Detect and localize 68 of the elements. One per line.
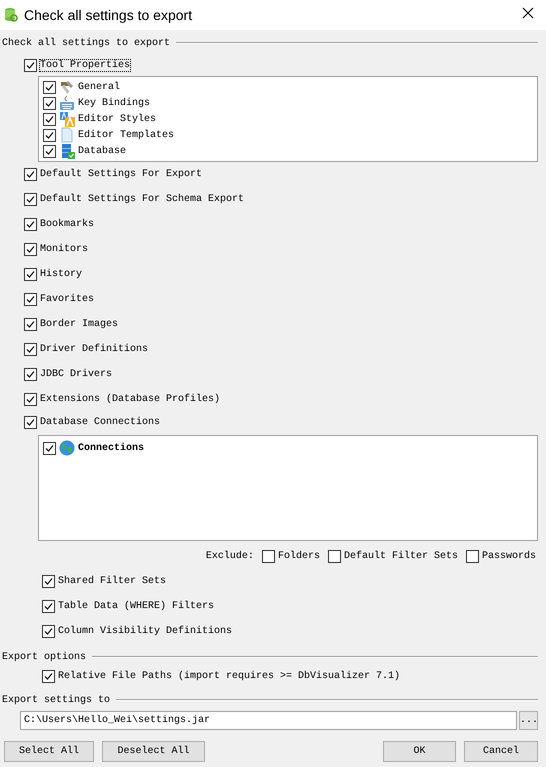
tree-item: Editor Templates bbox=[78, 130, 174, 140]
checkbox-label: Tool Properties bbox=[40, 60, 130, 70]
database-icon bbox=[59, 143, 75, 159]
tree-item: Database bbox=[78, 146, 126, 156]
globe-icon bbox=[59, 440, 75, 456]
checkbox-label: Relative File Paths (import requires >= DbVisualizer 7.1) bbox=[58, 670, 400, 682]
keyboard-icon bbox=[59, 95, 75, 111]
checkbox-label: Driver Definitions bbox=[40, 344, 148, 355]
checkbox[interactable] bbox=[43, 80, 56, 94]
checkbox[interactable] bbox=[43, 442, 56, 454]
checkbox[interactable] bbox=[43, 144, 56, 158]
tree-item: General bbox=[78, 82, 120, 92]
checkbox-label: Default Settings For Schema Export bbox=[40, 194, 244, 205]
button[interactable]: Cancel bbox=[464, 741, 538, 762]
checkbox-label: Default Settings For Export bbox=[40, 169, 202, 180]
checkbox[interactable] bbox=[24, 368, 37, 381]
checkbox-label: Folders bbox=[278, 550, 320, 562]
checkbox-label: JDBC Drivers bbox=[40, 369, 112, 380]
checkbox[interactable] bbox=[24, 343, 37, 356]
checkbox[interactable] bbox=[24, 318, 37, 331]
button[interactable]: Deselect All bbox=[102, 741, 205, 762]
section-title: Check all settings to export bbox=[2, 38, 170, 48]
tree-item: Editor Styles bbox=[78, 114, 156, 124]
checkbox[interactable] bbox=[466, 550, 479, 562]
checkbox[interactable] bbox=[24, 218, 37, 231]
checkbox[interactable] bbox=[24, 168, 37, 181]
checkbox[interactable] bbox=[43, 96, 56, 110]
exclude-label: Exclude: bbox=[206, 550, 254, 562]
tools-icon bbox=[59, 79, 75, 95]
checkbox[interactable] bbox=[42, 670, 55, 682]
checkbox[interactable] bbox=[42, 625, 55, 638]
checkbox[interactable] bbox=[24, 293, 37, 306]
checkbox[interactable] bbox=[24, 243, 37, 256]
checkbox[interactable] bbox=[24, 393, 37, 406]
checkbox-label: Database Connections bbox=[40, 416, 160, 428]
checkbox-label: Column Visibility Definitions bbox=[58, 626, 232, 637]
checkbox-label: Shared Filter Sets bbox=[58, 576, 166, 587]
checkbox[interactable] bbox=[43, 128, 56, 142]
button[interactable]: OK bbox=[383, 741, 456, 762]
checkbox-label: Passwords bbox=[482, 550, 536, 562]
checkbox[interactable] bbox=[43, 112, 56, 126]
checkbox-label: Extensions (Database Profiles) bbox=[40, 394, 220, 405]
checkbox[interactable] bbox=[42, 575, 55, 588]
document-icon bbox=[59, 127, 75, 143]
checkbox-label: Default Filter Sets bbox=[344, 550, 458, 562]
path-field[interactable]: C:\Users\Hello_Wei\settings.jar bbox=[20, 711, 517, 730]
tree-item: Key Bindings bbox=[78, 98, 150, 108]
checkbox[interactable] bbox=[328, 550, 341, 562]
section-title: Export settings to bbox=[2, 694, 110, 706]
checkbox[interactable] bbox=[24, 268, 37, 281]
section-title: Export options bbox=[2, 652, 86, 662]
checkbox[interactable] bbox=[24, 416, 37, 428]
checkbox[interactable] bbox=[262, 550, 275, 562]
checkbox-label: Favorites bbox=[40, 294, 94, 305]
checkbox-label: Bookmarks bbox=[40, 219, 94, 230]
button[interactable]: Select All bbox=[4, 741, 94, 762]
window-title: Check all settings to export bbox=[24, 7, 194, 23]
tree-item: Connections bbox=[78, 442, 144, 454]
checkbox-label: Table Data (WHERE) Filters bbox=[58, 601, 214, 612]
checkbox[interactable] bbox=[42, 600, 55, 613]
checkbox-label: Border Images bbox=[40, 319, 118, 330]
checkbox[interactable] bbox=[24, 193, 37, 206]
font-style-icon bbox=[59, 111, 75, 127]
checkbox-label: Monitors bbox=[40, 244, 88, 255]
app-icon bbox=[4, 7, 18, 23]
checkbox[interactable] bbox=[24, 58, 37, 72]
browse-button[interactable]: ... bbox=[519, 711, 538, 730]
checkbox-label: History bbox=[40, 269, 82, 280]
